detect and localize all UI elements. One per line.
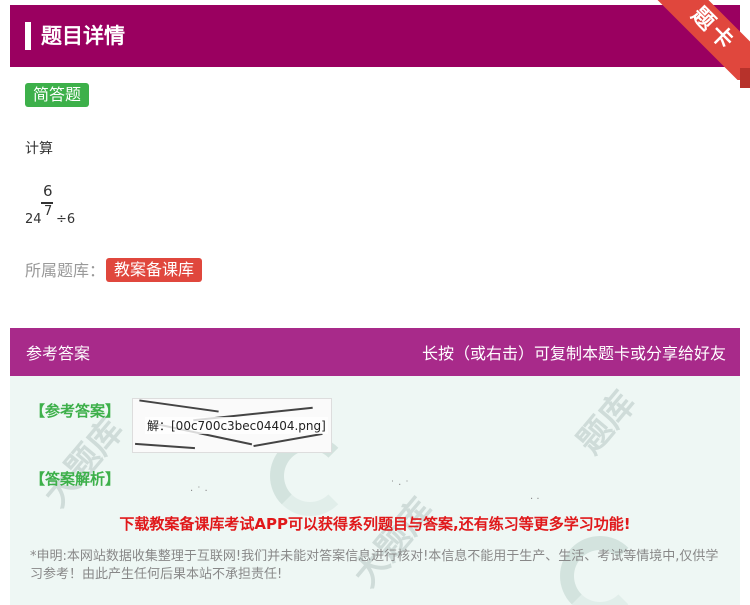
ribbon-fold (740, 68, 750, 88)
answer-header-title: 参考答案 (26, 344, 91, 363)
library-label: 所属题库： (25, 261, 106, 280)
watermark-text: 题库 (569, 383, 644, 462)
fraction-numerator: 6 (43, 182, 53, 200)
app-download-promo[interactable]: 下载教案备课库考试APP可以获得系列题目与答案,还有练习等更多学习功能! (10, 513, 740, 534)
library-badge[interactable]: 教案备课库 (106, 258, 203, 282)
question-prompt: 计算 (25, 141, 53, 157)
answer-body: 大题库 大题库 题库 【参考答案】 解：[00c700c3bec04404.pn… (10, 376, 740, 605)
header-accent-bar (25, 22, 31, 50)
expression-tail: ÷6 (56, 212, 76, 227)
analysis-label: 【答案解析】 (30, 470, 121, 488)
answer-image-caption: 解：[00c700c3bec04404.png] (145, 417, 328, 434)
math-expression: 24 6 7 ÷6 (25, 180, 105, 230)
disclaimer-text: *申明:本网站数据收集整理于互联网!我们并未能对答案信息进行核对!本信息不能用于… (30, 549, 719, 582)
reference-answer-label: 【参考答案】 (30, 402, 121, 420)
question-type-badge: 简答题 (25, 83, 90, 107)
answer-header-bar: 参考答案 长按（或右击）可复制本题卡或分享给好友 (10, 328, 740, 376)
answer-image: 解：[00c700c3bec04404.png] (132, 398, 332, 453)
page-title: 题目详情 (41, 24, 125, 48)
speckle: · ˙ · (190, 486, 208, 497)
ribbon-label: 题卡 (650, 0, 750, 80)
watermark-text: 大题库 (35, 410, 132, 515)
fraction-denominator: 7 (44, 204, 53, 219)
copy-share-hint[interactable]: 长按（或右击）可复制本题卡或分享给好友 (422, 340, 726, 364)
expression-lead: 24 (25, 212, 42, 227)
speckle: ˙ · ˙ (390, 480, 410, 491)
page-header: 题目详情 (10, 5, 740, 67)
question-card-ribbon[interactable]: 题卡 (650, 0, 750, 80)
speckle: · · (530, 494, 540, 505)
